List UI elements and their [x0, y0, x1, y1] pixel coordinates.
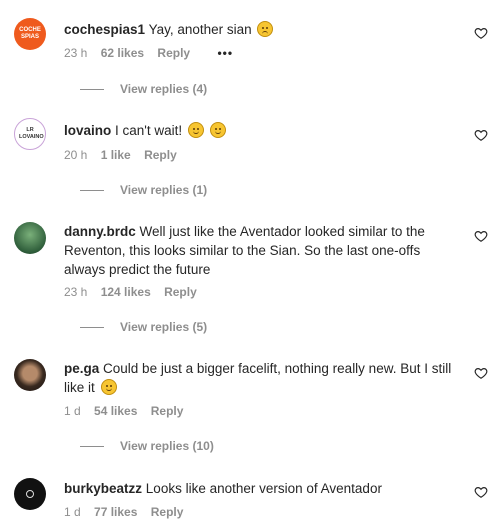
comment-username[interactable]: cochespias1 [64, 22, 145, 37]
grinning-face-icon [209, 122, 226, 138]
avatar[interactable]: COCHE SPIAS [14, 18, 46, 50]
view-replies-button[interactable]: View replies (4) [80, 82, 207, 96]
smiling-face-icon [100, 379, 117, 395]
view-replies-label: View replies (10) [120, 439, 214, 453]
avatar[interactable] [14, 222, 46, 254]
view-replies-label: View replies (1) [120, 183, 208, 197]
more-options-button[interactable]: ••• [217, 46, 233, 60]
comment-time: 1 d [64, 505, 81, 519]
reply-button[interactable]: Reply [157, 46, 190, 60]
reply-button[interactable]: Reply [144, 148, 177, 162]
comment-username[interactable]: danny.brdc [64, 224, 136, 239]
comment-time: 20 h [64, 148, 88, 162]
heart-icon[interactable] [474, 366, 488, 380]
avatar-logo-icon [26, 490, 34, 498]
comment-text: I can't wait! [115, 123, 183, 138]
view-replies-button[interactable]: View replies (1) [80, 183, 207, 197]
heart-icon[interactable] [474, 485, 488, 499]
avatar[interactable] [14, 359, 46, 391]
comment-likes[interactable]: 62 likes [101, 46, 144, 60]
reply-button[interactable]: Reply [151, 404, 184, 418]
comment-likes[interactable]: 77 likes [94, 505, 137, 519]
avatar-logo-text: COCHE SPIAS [19, 27, 41, 40]
heart-icon[interactable] [474, 229, 488, 243]
comment-username[interactable]: lovaino [64, 123, 111, 138]
comment-text-block: danny.brdc Well just like the Aventador … [64, 222, 454, 279]
comment-text-block: cochespias1 Yay, another sian [64, 20, 454, 39]
disappointed-face-icon [257, 21, 274, 37]
view-replies-button[interactable]: View replies (10) [80, 439, 214, 453]
comment-likes[interactable]: 54 likes [94, 404, 137, 418]
replies-divider [80, 190, 104, 192]
replies-divider [80, 446, 104, 448]
replies-divider [80, 327, 104, 329]
comment-likes[interactable]: 124 likes [101, 285, 151, 299]
view-replies-label: View replies (4) [120, 82, 208, 96]
comment-text: Looks like another version of Aventador [145, 481, 382, 496]
comment-time: 1 d [64, 404, 81, 418]
comment-meta: 20 h 1 like Reply [64, 148, 187, 162]
comment-meta: 1 d 77 likes Reply [64, 505, 193, 519]
view-replies-button[interactable]: View replies (5) [80, 320, 207, 334]
comment-text: Yay, another sian [148, 22, 252, 37]
comment-text-block: pe.ga Could be just a bigger facelift, n… [64, 359, 454, 397]
reply-button[interactable]: Reply [151, 505, 184, 519]
comment-username[interactable]: burkybeatzz [64, 481, 142, 496]
comment-likes[interactable]: 1 like [101, 148, 131, 162]
avatar[interactable]: LR LOVAINO [14, 118, 46, 150]
view-replies-label: View replies (5) [120, 320, 208, 334]
heart-icon[interactable] [474, 26, 488, 40]
reply-button[interactable]: Reply [164, 285, 197, 299]
comment-text-block: burkybeatzz Looks like another version o… [64, 479, 454, 498]
replies-divider [80, 89, 104, 91]
heart-icon[interactable] [474, 128, 488, 142]
comment-meta: 23 h 62 likes Reply ••• [64, 46, 243, 60]
grinning-face-icon [187, 122, 204, 138]
comment-text: Could be just a bigger facelift, nothing… [64, 361, 452, 395]
comment-meta: 1 d 54 likes Reply [64, 404, 193, 418]
avatar-logo-text: LR LOVAINO [19, 127, 44, 140]
comment-time: 23 h [64, 285, 88, 299]
comment-username[interactable]: pe.ga [64, 361, 99, 376]
avatar[interactable] [14, 478, 46, 510]
comment-text-block: lovaino I can't wait! [64, 121, 454, 140]
comment-time: 23 h [64, 46, 88, 60]
comment-meta: 23 h 124 likes Reply [64, 285, 207, 299]
